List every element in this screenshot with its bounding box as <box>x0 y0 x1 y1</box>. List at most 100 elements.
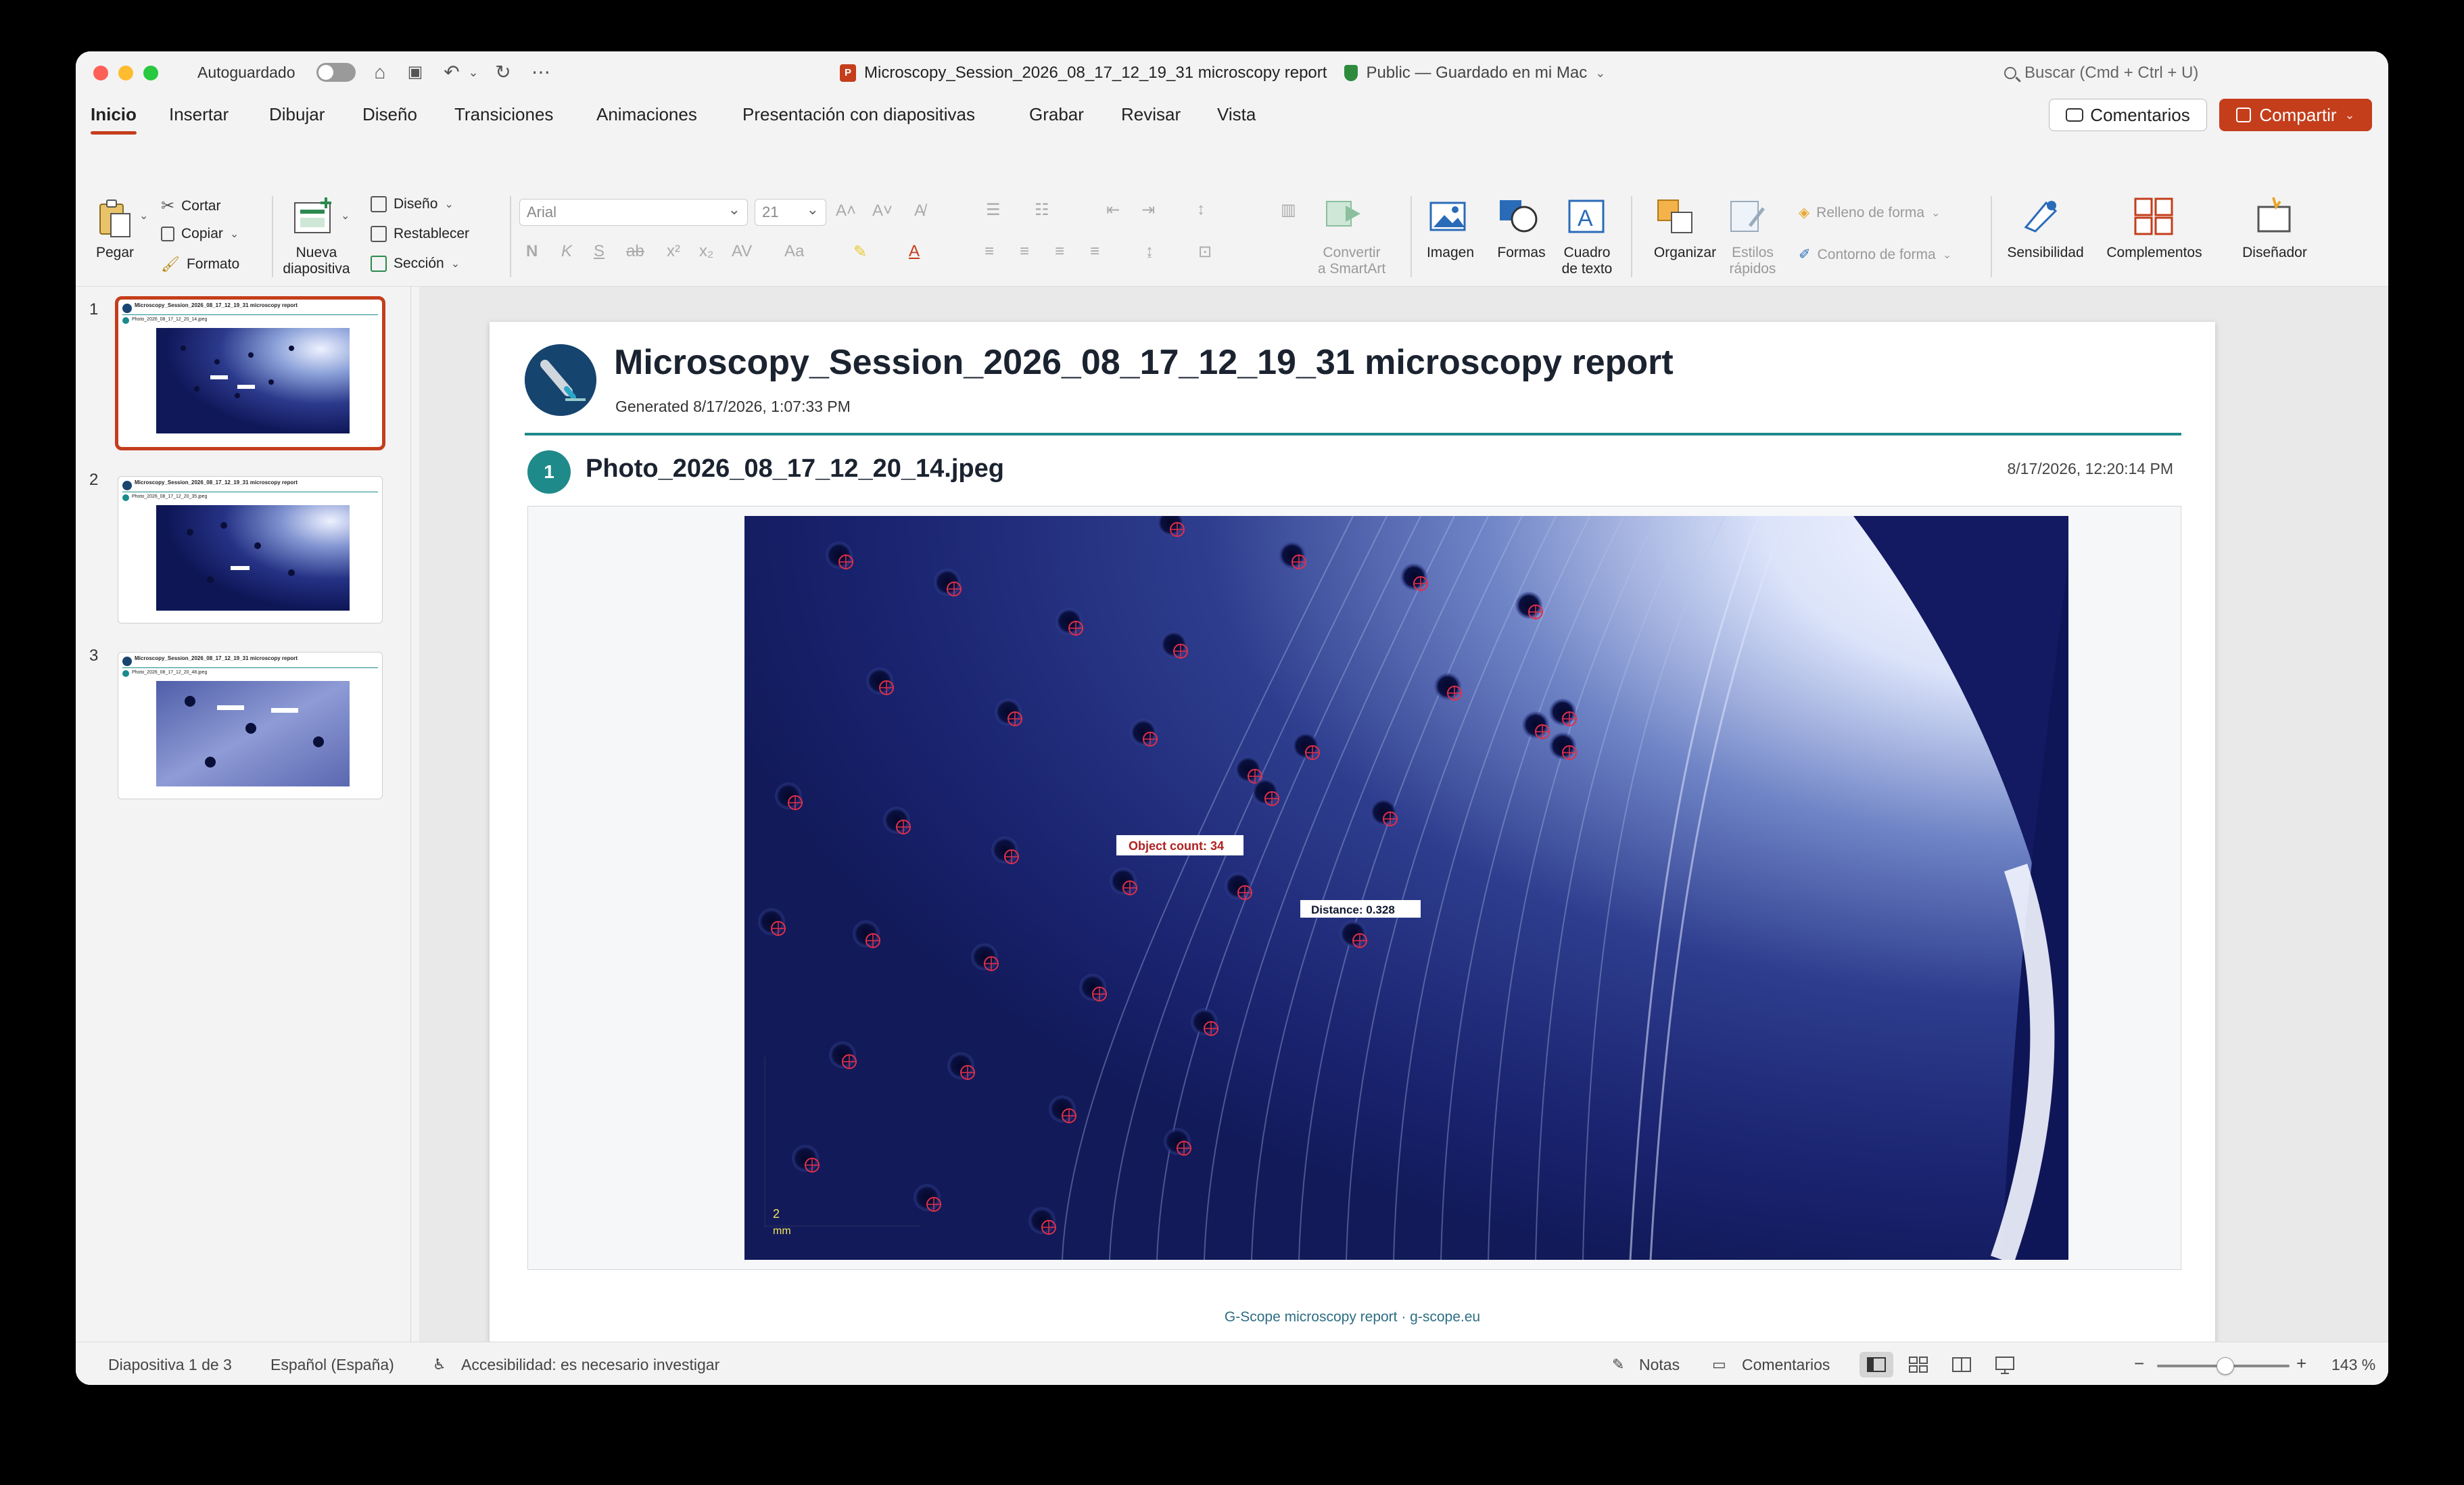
decrease-font-icon[interactable]: A˅ <box>872 202 893 220</box>
comments-status-button[interactable]: Comentarios <box>1742 1356 1830 1374</box>
paste-icon[interactable] <box>96 199 133 239</box>
section-icon <box>371 256 387 272</box>
slide-canvas: Microscopy_Session_2026_08_17_12_19_31 m… <box>419 287 2388 1355</box>
tab-insertar[interactable]: Insertar <box>169 104 229 125</box>
reset-button[interactable]: Restablecer <box>371 226 469 242</box>
slide-thumbnail-1[interactable]: Microscopy_Session_2026_08_17_12_19_31 m… <box>115 296 385 450</box>
save-icon[interactable]: ▣ <box>403 61 427 84</box>
home-icon[interactable]: ⌂ <box>368 61 392 84</box>
numbering-icon[interactable]: ☷ <box>1035 200 1049 220</box>
tab-animaciones[interactable]: Animaciones <box>596 104 697 125</box>
slide-1[interactable]: Microscopy_Session_2026_08_17_12_19_31 m… <box>490 322 2215 1355</box>
close-window-button[interactable] <box>93 66 108 80</box>
justify-icon[interactable]: ≡ <box>1090 242 1099 261</box>
quick-styles-icon[interactable] <box>1730 199 1770 237</box>
format-painter-label: Formato <box>186 256 240 272</box>
slideshow-view-button[interactable] <box>1988 1352 2022 1377</box>
share-button[interactable]: Compartir ⌄ <box>2219 99 2372 131</box>
tab-transiciones[interactable]: Transiciones <box>454 104 553 125</box>
text-direction-icon[interactable]: ↨ <box>1145 242 1154 261</box>
section-button[interactable]: Sección ⌄ <box>371 256 460 272</box>
tab-revisar[interactable]: Revisar <box>1121 104 1181 125</box>
undo-dropdown-icon[interactable]: ⌄ <box>467 61 480 84</box>
zoom-out-button[interactable]: − <box>2134 1353 2144 1374</box>
comments-button[interactable]: Comentarios <box>2049 99 2207 131</box>
font-color-icon[interactable]: A <box>909 242 920 261</box>
addins-icon[interactable] <box>2134 197 2175 235</box>
tab-grabar[interactable]: Grabar <box>1029 104 1084 125</box>
shapes-icon[interactable] <box>1498 197 1542 234</box>
chevron-down-icon[interactable]: ⌄ <box>341 208 350 225</box>
subscript-icon[interactable]: x₂ <box>699 242 713 261</box>
redo-icon[interactable]: ↻ <box>490 61 517 84</box>
thumbnail-number: 3 <box>89 646 99 665</box>
align-center-icon[interactable]: ≡ <box>1020 242 1029 261</box>
undo-icon[interactable]: ↶ <box>438 61 465 84</box>
chevron-down-icon[interactable]: ⌄ <box>139 208 148 225</box>
zoom-in-button[interactable]: + <box>2296 1353 2306 1374</box>
normal-view-button[interactable] <box>1859 1352 1893 1377</box>
document-title-area[interactable]: P Microscopy_Session_2026_08_17_12_19_31… <box>840 62 1605 84</box>
image-icon[interactable] <box>1428 199 1469 233</box>
tab-vista[interactable]: Vista <box>1217 104 1256 125</box>
increase-font-icon[interactable]: A˄ <box>836 202 856 220</box>
designer-icon[interactable] <box>2254 196 2295 235</box>
arrange-icon[interactable] <box>1657 199 1697 235</box>
copy-button[interactable]: Copiar ⌄ <box>161 226 239 242</box>
superscript-icon[interactable]: x² <box>667 242 680 261</box>
format-painter-button[interactable]: 🖌 Formato <box>161 256 239 273</box>
notes-button[interactable]: Notas <box>1639 1356 1680 1374</box>
cut-button[interactable]: ✂ Cortar <box>161 196 220 216</box>
char-spacing-icon[interactable]: AV <box>732 242 752 261</box>
bold-icon[interactable]: N <box>526 242 538 261</box>
increase-indent-icon[interactable]: ⇥ <box>1141 200 1155 220</box>
align-text-icon[interactable]: ⊡ <box>1198 242 1212 262</box>
slide-footer: G-Scope microscopy report · g-scope.eu <box>1224 1309 1481 1325</box>
minimize-window-button[interactable] <box>118 66 133 80</box>
change-case-icon[interactable]: Aa <box>784 242 804 261</box>
search-box[interactable]: Buscar (Cmd + Ctrl + U) <box>1996 61 2368 85</box>
autosave-toggle[interactable] <box>316 63 356 82</box>
copy-label: Copiar <box>181 226 223 241</box>
font-size-select[interactable]: 21 <box>755 197 826 226</box>
zoom-level[interactable]: 143 % <box>2331 1356 2375 1374</box>
italic-icon[interactable]: K <box>561 242 572 261</box>
chevron-down-icon: ⌄ <box>1595 66 1606 80</box>
chevron-down-icon: ⌄ <box>229 229 239 240</box>
tab-dibujar[interactable]: Dibujar <box>269 104 325 125</box>
slide-thumbnail-2[interactable]: Microscopy_Session_2026_08_17_12_19_31 m… <box>118 476 383 623</box>
decrease-indent-icon[interactable]: ⇤ <box>1106 200 1120 220</box>
slide-thumbnails-pane: 1 Microscopy_Session_2026_08_17_12_19_31… <box>76 287 411 1342</box>
align-left-icon[interactable]: ≡ <box>985 242 994 261</box>
tab-inicio[interactable]: Inicio <box>91 104 137 135</box>
columns-icon[interactable]: ▥ <box>1281 200 1296 220</box>
tab-diseno[interactable]: Diseño <box>362 104 417 125</box>
highlight-icon[interactable]: ✎ <box>853 242 867 262</box>
smartart-icon[interactable] <box>1325 199 1366 230</box>
reading-view-button[interactable] <box>1945 1352 1979 1377</box>
shape-outline-button[interactable]: ✐ Contorno de forma ⌄ <box>1799 246 1951 263</box>
strikethrough-icon[interactable]: ab <box>626 242 644 261</box>
slide-sorter-view-button[interactable] <box>1901 1352 1935 1377</box>
line-spacing-icon[interactable]: ↕ <box>1197 200 1205 219</box>
tab-presentacion[interactable]: Presentación con diapositivas <box>742 104 975 125</box>
scale-bar-value: 2 <box>773 1207 780 1221</box>
accessibility-status[interactable]: Accesibilidad: es necesario investigar <box>461 1356 719 1374</box>
font-name-select[interactable]: Arial <box>519 197 748 226</box>
microscopy-photo[interactable]: 2 mm Object count: 34 Distance: 0.328 <box>744 516 2068 1260</box>
thumbnail-photo-name: Photo_2026_08_17_12_20_14.jpeg <box>132 317 208 322</box>
new-slide-icon[interactable] <box>291 196 338 239</box>
textbox-icon[interactable]: A <box>1567 199 1605 234</box>
more-icon[interactable]: ⋯ <box>527 61 554 84</box>
shape-fill-button[interactable]: ◈ Relleno de forma ⌄ <box>1799 204 1940 221</box>
language-indicator[interactable]: Español (España) <box>270 1356 394 1374</box>
bullets-icon[interactable]: ☰ <box>986 200 1001 220</box>
zoom-window-button[interactable] <box>143 66 158 80</box>
clear-format-icon[interactable]: A̸ <box>914 202 925 220</box>
sensitivity-icon[interactable] <box>2022 197 2062 234</box>
slide-thumbnail-3[interactable]: Microscopy_Session_2026_08_17_12_19_31 m… <box>118 652 383 799</box>
align-right-icon[interactable]: ≡ <box>1055 242 1064 261</box>
underline-icon[interactable]: S <box>594 242 605 261</box>
layout-button[interactable]: Diseño ⌄ <box>371 196 454 212</box>
zoom-slider-handle[interactable] <box>2217 1357 2234 1375</box>
